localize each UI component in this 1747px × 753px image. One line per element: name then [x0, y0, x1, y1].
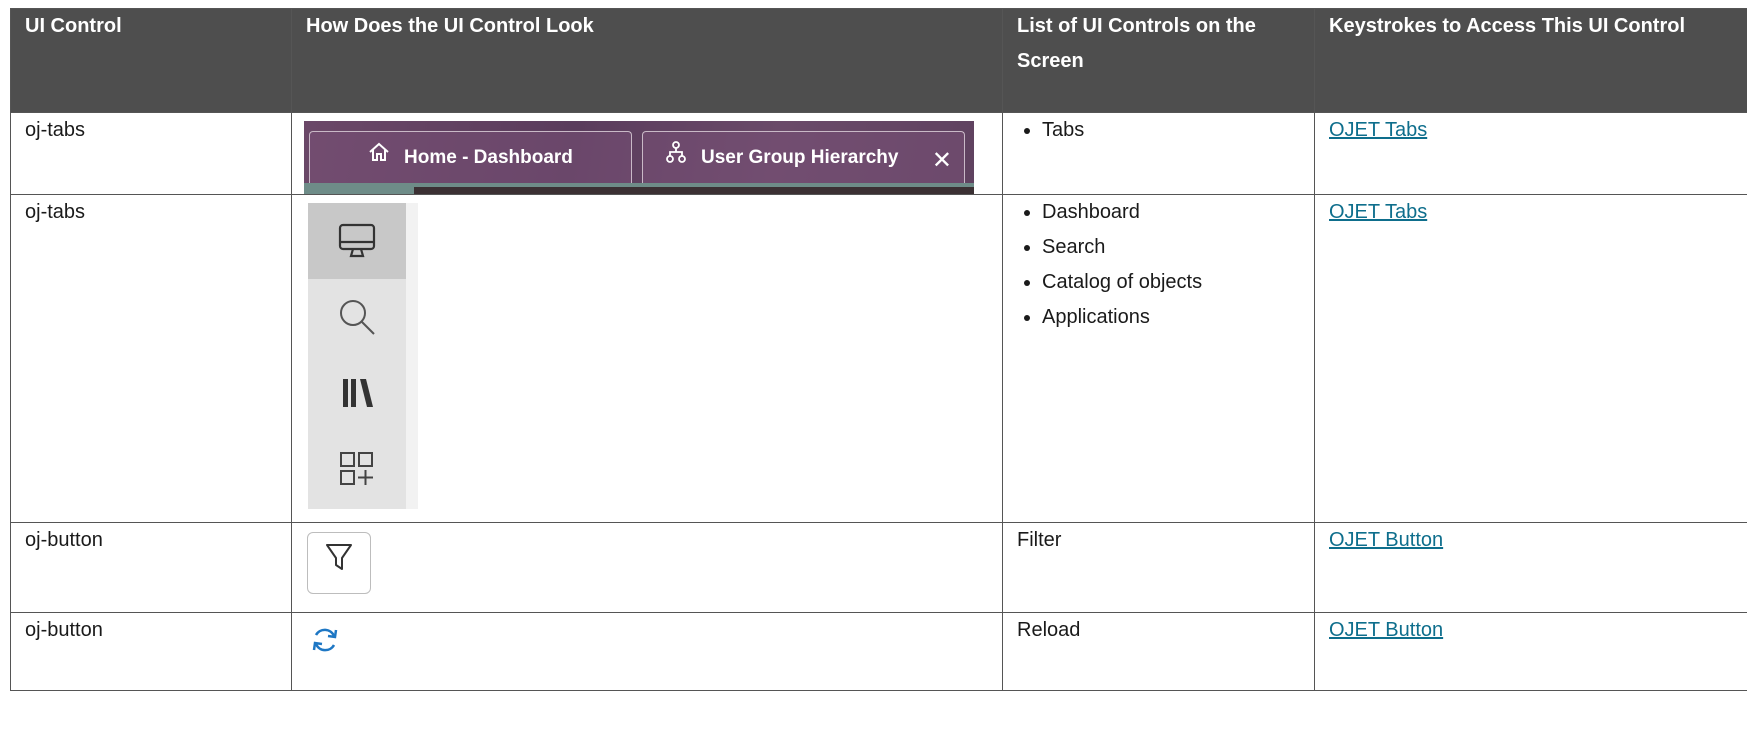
add-apps-icon: [308, 431, 406, 507]
hierarchy-icon: [665, 140, 687, 176]
ui-control-cell: oj-button: [10, 522, 292, 613]
look-cell: [291, 522, 1003, 613]
filter-icon: [324, 541, 354, 585]
list-cell: Dashboard Search Catalog of objects Appl…: [1002, 194, 1315, 523]
keystrokes-cell: OJET Button: [1314, 612, 1747, 691]
tab-user-group-hierarchy: User Group Hierarchy ✕: [642, 131, 965, 183]
look-cell: Home - Dashboard User Group Hierarchy ✕: [291, 112, 1003, 195]
tab-label: User Group Hierarchy: [701, 147, 899, 168]
ui-control-cell: oj-tabs: [10, 112, 292, 195]
look-cell: [291, 612, 1003, 691]
tab-label: Home - Dashboard: [404, 147, 573, 168]
table-row: oj-button Filter OJET Button: [10, 522, 1747, 613]
ui-controls-table: UI Control How Does the UI Control Look …: [10, 8, 1747, 691]
vertical-nav-screenshot: [308, 203, 418, 509]
list-item: Search: [1042, 230, 1300, 265]
list-item: Applications: [1042, 300, 1300, 335]
keystrokes-cell: OJET Tabs: [1314, 194, 1747, 523]
list-item: Tabs: [1042, 113, 1300, 148]
header-look: How Does the UI Control Look: [291, 8, 1003, 113]
look-cell: [291, 194, 1003, 523]
ui-control-cell: oj-tabs: [10, 194, 292, 523]
list-cell: Reload: [1002, 612, 1315, 691]
header-keystrokes: Keystrokes to Access This UI Control: [1314, 8, 1747, 113]
search-icon: [308, 279, 406, 355]
header-list: List of UI Controls on the Screen: [1002, 8, 1315, 113]
ojet-button-link[interactable]: OJET Button: [1329, 619, 1443, 641]
monitor-icon: [308, 203, 406, 279]
ojet-tabs-link[interactable]: OJET Tabs: [1329, 119, 1427, 141]
table-row: oj-button Reload OJET Button: [10, 612, 1747, 691]
list-item: Catalog of objects: [1042, 265, 1300, 300]
ojet-tabs-link[interactable]: OJET Tabs: [1329, 201, 1427, 223]
ojet-button-link[interactable]: OJET Button: [1329, 529, 1443, 551]
close-icon: ✕: [931, 147, 952, 174]
keystrokes-cell: OJET Button: [1314, 522, 1747, 613]
header-row: UI Control How Does the UI Control Look …: [10, 8, 1747, 113]
header-ui-control: UI Control: [10, 8, 292, 113]
tabs-content-strip: [304, 183, 974, 194]
table-row: oj-tabs • Dashboard • Search • Catalog o…: [10, 194, 1747, 523]
filter-button-screenshot: [307, 532, 371, 594]
keystrokes-cell: OJET Tabs: [1314, 112, 1747, 195]
library-icon: [308, 355, 406, 431]
list-cell: Filter: [1002, 522, 1315, 613]
list-item: Dashboard: [1042, 195, 1300, 230]
home-icon: [368, 140, 390, 175]
reload-icon: [310, 625, 340, 667]
ui-control-cell: oj-button: [10, 612, 292, 691]
tabs-screenshot: Home - Dashboard User Group Hierarchy ✕: [304, 121, 974, 194]
list-cell: Tabs: [1002, 112, 1315, 195]
tab-home-dashboard: Home - Dashboard: [309, 131, 632, 183]
table-row: oj-tabs Home - Dashboard User Group Hier…: [10, 112, 1747, 195]
